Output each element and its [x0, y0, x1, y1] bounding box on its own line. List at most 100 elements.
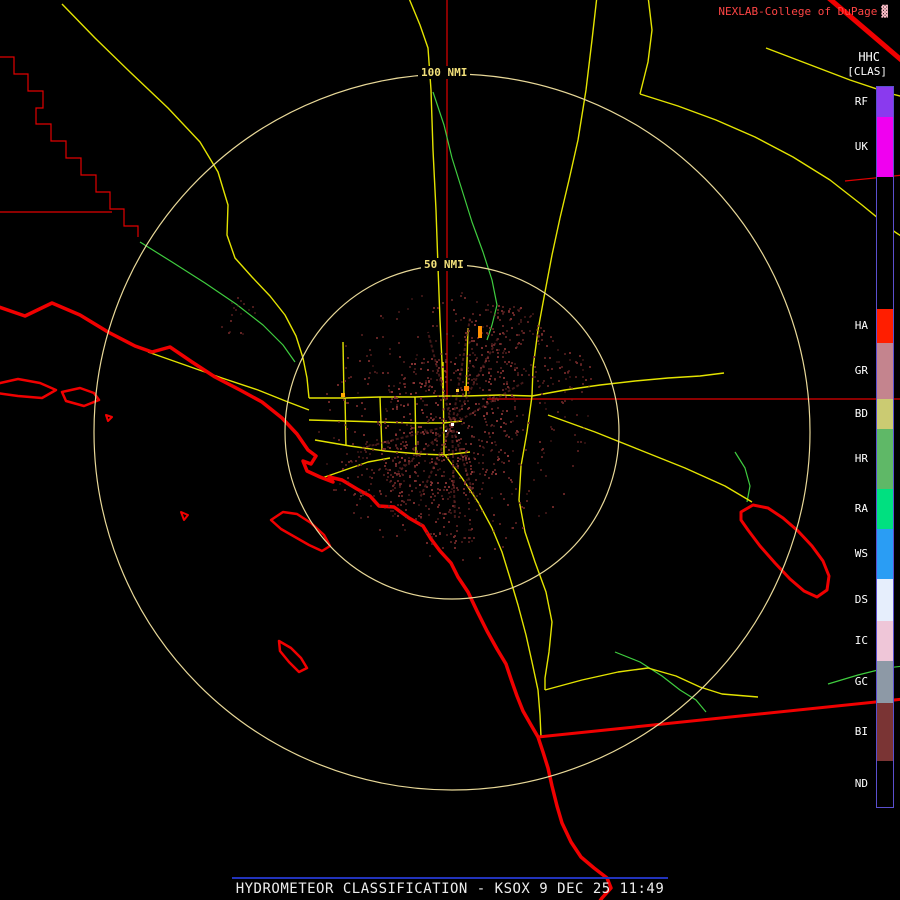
echo-pixel [541, 456, 543, 458]
echo-pixel [389, 447, 391, 449]
echo-pixel [437, 482, 439, 484]
echo-pixel [520, 343, 522, 345]
echo-pixel [437, 518, 439, 520]
echo-pixel [456, 431, 458, 433]
echo-pixel [369, 444, 371, 446]
echo-pixel [497, 371, 499, 373]
echo-pixel [516, 334, 518, 336]
echo-pixel [569, 376, 571, 378]
echo-pixel [243, 303, 245, 305]
echo-pixel [428, 514, 430, 516]
echo-pixel [522, 339, 524, 341]
echo-pixel [501, 310, 503, 312]
echo-pixel [514, 400, 516, 402]
echo-pixel [545, 512, 547, 514]
echo-pixel [449, 478, 451, 480]
echo-pixel [467, 382, 469, 384]
echo-pixel [466, 355, 468, 357]
echo-pixel [475, 403, 477, 405]
echo-pixel [442, 455, 444, 457]
echo-pixel [392, 408, 394, 410]
echo-pixel [469, 360, 471, 362]
echo-pixel [547, 369, 549, 371]
echo-pixel [458, 516, 460, 518]
echo-pixel [405, 470, 407, 472]
echo-pixel [468, 502, 470, 504]
echo-pixel [443, 517, 445, 519]
echo-pixel [492, 412, 494, 414]
echo-pixel [426, 542, 428, 544]
echo-pixel [415, 487, 417, 489]
echo-pixel [360, 451, 362, 453]
echo-pixel [528, 490, 530, 492]
echo-pixel [409, 413, 411, 415]
echo-pixel [442, 302, 444, 304]
echo-pixel [469, 491, 471, 493]
echo-pixel [472, 412, 474, 414]
echo-pixel [437, 307, 439, 309]
echo-pixel [522, 527, 524, 529]
echo-pixel [514, 363, 516, 365]
echo-pixel [425, 443, 427, 445]
echo-pixel [466, 474, 468, 476]
echo-pixel [479, 473, 481, 475]
echo-pixel [520, 307, 522, 309]
echo-pixel [448, 453, 450, 455]
echo-pixel [447, 498, 449, 500]
echo-pixel [370, 505, 372, 507]
echo-pixel [338, 439, 340, 441]
echo-pixel [505, 388, 507, 390]
echo-pixel [448, 486, 450, 488]
echo-pixel [379, 468, 381, 470]
echo-pixel [394, 472, 396, 474]
echo-pixel [442, 366, 444, 368]
echo-spot [456, 389, 459, 392]
echo-pixel [461, 423, 463, 425]
echo-pixel [430, 431, 432, 433]
echo-pixel [503, 471, 505, 473]
echo-pixel [469, 523, 471, 525]
echo-pixel [436, 325, 438, 327]
echo-pixel [462, 395, 464, 397]
echo-pixel [456, 440, 458, 442]
echo-pixel [395, 465, 397, 467]
echo-pixel [451, 480, 453, 482]
echo-pixel [538, 330, 540, 332]
echo-pixel [399, 429, 401, 431]
echo-pixel [494, 441, 496, 443]
echo-pixel [444, 486, 446, 488]
echo-pixel [434, 495, 436, 497]
echo-pixel [424, 404, 426, 406]
echo-pixel [388, 505, 390, 507]
echo-pixel [441, 475, 443, 477]
echo-pixel [419, 491, 421, 493]
echo-pixel [423, 433, 425, 435]
legend-color-cell [877, 87, 893, 117]
mexico-border-line [536, 697, 900, 739]
legend-label: WS [854, 546, 868, 560]
echo-pixel [479, 557, 481, 559]
echo-pixel [450, 361, 452, 363]
echo-pixel [481, 488, 483, 490]
echo-pixel [425, 505, 427, 507]
echo-pixel [433, 533, 435, 535]
echo-pixel [437, 395, 439, 397]
echo-pixel [506, 434, 508, 436]
echo-pixel [512, 450, 514, 452]
echo-pixel [502, 389, 504, 391]
echo-pixel [396, 318, 398, 320]
echo-pixel [439, 417, 441, 419]
echo-pixel [478, 374, 480, 376]
echo-pixel [427, 377, 429, 379]
echo-pixel [415, 373, 417, 375]
echo-pixel [493, 530, 495, 532]
echo-pixel [505, 352, 507, 354]
echo-pixel [491, 473, 493, 475]
echo-pixel [430, 496, 432, 498]
echo-pixel [441, 495, 443, 497]
echo-pixel [361, 402, 363, 404]
echo-pixel [414, 363, 416, 365]
highway-path [531, 217, 561, 397]
echo-pixel [498, 305, 500, 307]
echo-pixel [466, 450, 468, 452]
